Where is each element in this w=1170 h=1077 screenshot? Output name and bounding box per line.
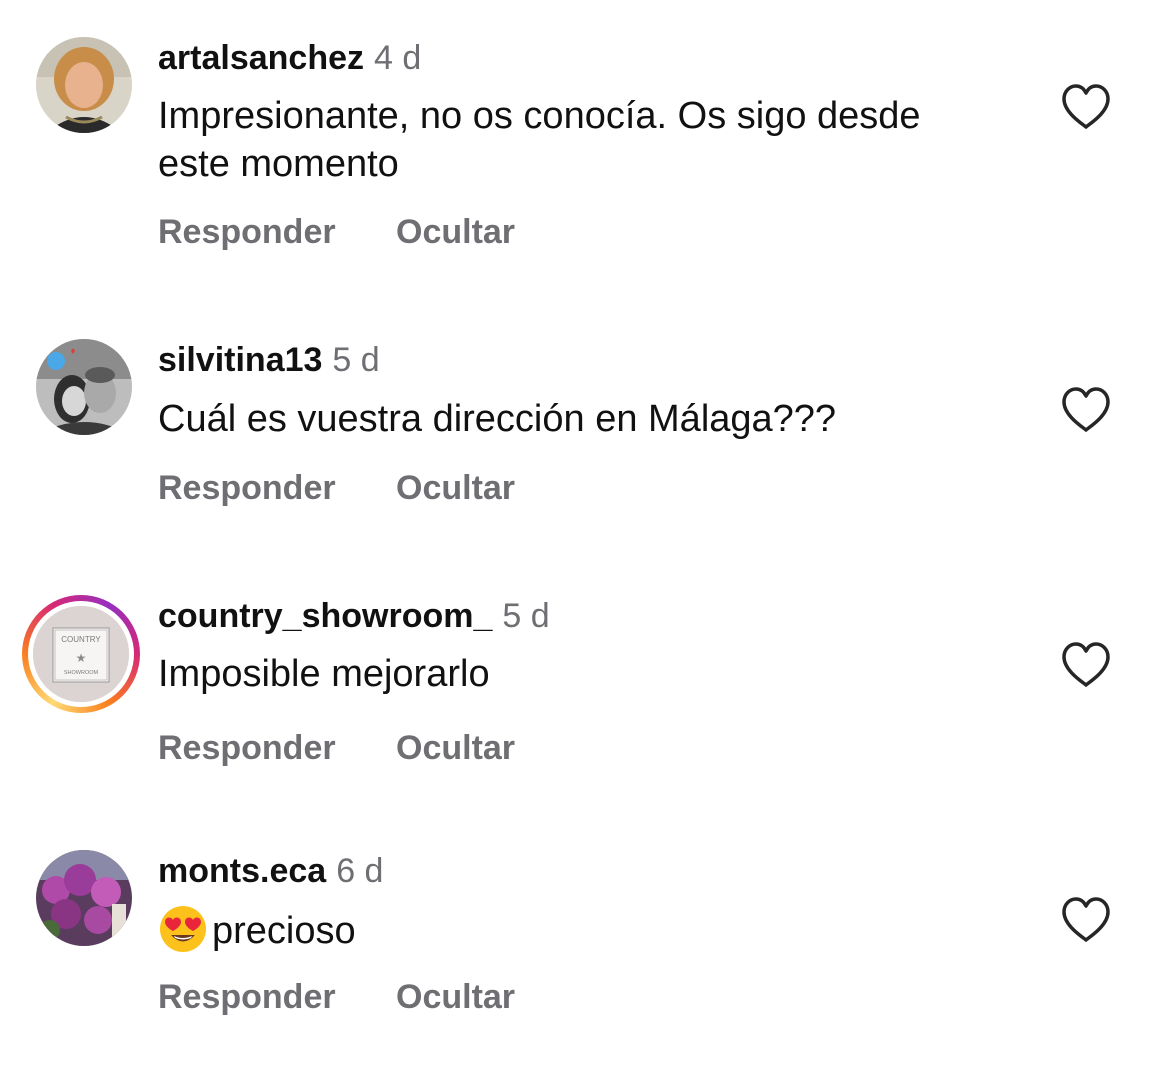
svg-text:COUNTRY: COUNTRY — [61, 635, 101, 644]
couple-selfie-icon — [36, 339, 132, 435]
heart-icon — [1062, 642, 1110, 687]
timestamp: 6 d — [336, 852, 384, 890]
timestamp: 5 d — [332, 341, 380, 379]
like-button[interactable] — [1060, 896, 1112, 944]
avatar: COUNTRY ★ SHOWROOM — [33, 606, 129, 702]
woman-portrait-icon — [36, 37, 132, 133]
comment-text: Impresionante, no os conocía. Os sigo de… — [158, 95, 921, 185]
heart-icon — [1062, 897, 1110, 942]
reply-button[interactable]: Responder — [158, 213, 336, 251]
comment-text: Cuál es vuestra dirección en Málaga??? — [158, 398, 837, 440]
flowers-photo-icon — [36, 850, 132, 946]
comment-text-content: precioso — [212, 910, 356, 952]
timestamp: 5 d — [502, 597, 550, 635]
comment-text: Imposible mejorarlo — [158, 653, 490, 695]
reply-button[interactable]: Responder — [158, 469, 336, 507]
heart-eyes-emoji-icon — [160, 906, 206, 952]
comment-text: precioso — [158, 904, 978, 955]
heart-icon — [1062, 84, 1110, 129]
username[interactable]: monts.eca — [158, 852, 326, 890]
avatar[interactable] — [36, 850, 132, 946]
avatar[interactable] — [36, 339, 132, 435]
username[interactable]: artalsanchez — [158, 39, 364, 77]
hide-button[interactable]: Ocultar — [396, 977, 515, 1017]
like-button[interactable] — [1060, 386, 1112, 434]
reply-button[interactable]: Responder — [158, 978, 336, 1016]
svg-text:SHOWROOM: SHOWROOM — [64, 670, 99, 676]
country-showroom-logo-icon: COUNTRY ★ SHOWROOM — [33, 606, 129, 702]
reply-button[interactable]: Responder — [158, 729, 336, 767]
hide-button[interactable]: Ocultar — [396, 212, 515, 252]
avatar[interactable] — [36, 37, 132, 133]
like-button[interactable] — [1060, 641, 1112, 689]
svg-text:★: ★ — [76, 651, 87, 665]
username[interactable]: silvitina13 — [158, 341, 322, 379]
heart-icon — [1062, 387, 1110, 432]
hide-button[interactable]: Ocultar — [396, 728, 515, 768]
story-ring[interactable]: COUNTRY ★ SHOWROOM — [22, 595, 140, 713]
like-button[interactable] — [1060, 83, 1112, 131]
timestamp: 4 d — [374, 39, 422, 77]
hide-button[interactable]: Ocultar — [396, 468, 515, 508]
username[interactable]: country_showroom_ — [158, 597, 492, 635]
